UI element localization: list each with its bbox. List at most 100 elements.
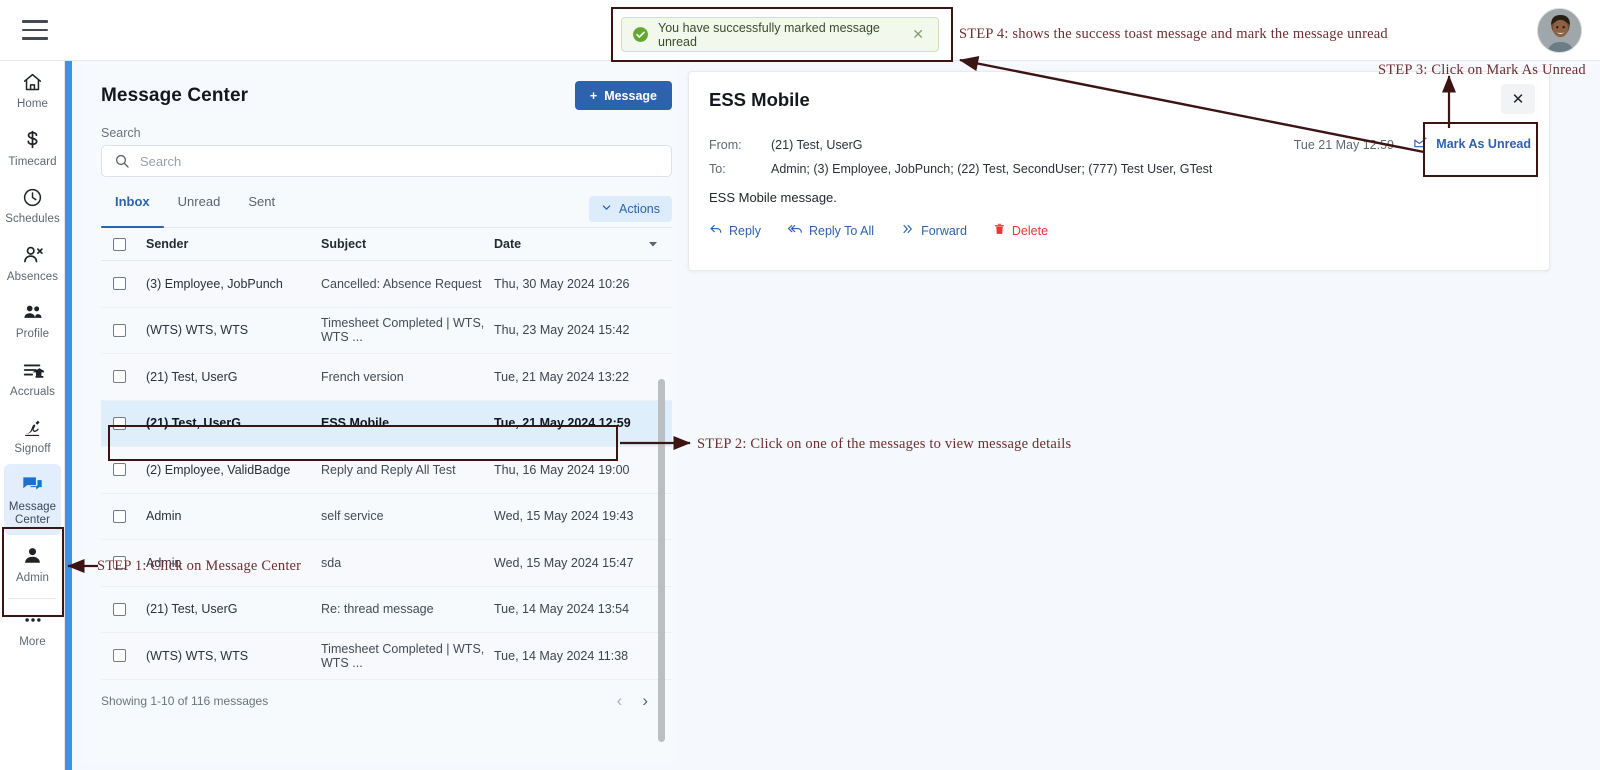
actions-label: Actions (619, 202, 660, 216)
table-row[interactable]: (WTS) WTS, WTS Timesheet Completed | WTS… (101, 633, 672, 680)
clock-icon (22, 185, 43, 209)
cell-date: Thu, 16 May 2024 19:00 (494, 462, 630, 477)
row-select-cell (101, 463, 146, 477)
detail-body: ESS Mobile message. (709, 190, 837, 205)
sidebar-item-label: Timecard (8, 155, 57, 168)
row-checkbox[interactable] (113, 602, 126, 616)
sidebar-item-label: Accruals (10, 385, 55, 398)
toast-close-icon[interactable]: ✕ (908, 26, 928, 43)
table-row[interactable]: (21) Test, UserG French version Tue, 21 … (101, 354, 672, 401)
tabs: Inbox Unread Sent (101, 194, 289, 228)
reply-all-icon (787, 222, 803, 239)
row-checkbox[interactable] (113, 556, 126, 570)
table-row-selected[interactable]: (21) Test, UserG ESS Mobile Tue, 21 May … (101, 400, 672, 447)
sidebar-item-label: Signoff (14, 443, 51, 455)
tab-unread[interactable]: Unread (164, 194, 235, 227)
cell-sender: (WTS) WTS, WTS (146, 648, 249, 663)
search-input[interactable] (140, 153, 671, 169)
cell-sender: (3) Employee, JobPunch (146, 276, 283, 291)
mark-as-unread-button[interactable]: Mark As Unread (1413, 135, 1531, 153)
message-list-scrollbar[interactable] (658, 379, 665, 742)
from-value: (21) Test, UserG (771, 138, 863, 152)
row-checkbox[interactable] (113, 416, 126, 430)
sidebar-item-label: Home (16, 98, 49, 110)
row-checkbox[interactable] (113, 649, 126, 663)
sidebar-item-admin[interactable]: Admin (0, 535, 65, 593)
table-row[interactable]: (WTS) WTS, WTS Timesheet Completed | WTS… (101, 308, 672, 354)
reply-button[interactable]: Reply (709, 222, 761, 239)
delete-button[interactable]: Delete (993, 222, 1048, 239)
row-checkbox[interactable] (113, 463, 126, 477)
mark-as-unread-label: Mark As Unread (1436, 137, 1531, 151)
delete-label: Delete (1011, 223, 1049, 238)
tab-sent[interactable]: Sent (234, 194, 289, 227)
sidebar-item-label: Message Center (8, 500, 57, 527)
actions-button[interactable]: Actions (589, 196, 672, 222)
cell-date: Tue, 21 May 2024 13:22 (494, 369, 630, 384)
plus-icon: + (589, 88, 598, 103)
cell-date: Tue, 14 May 2024 13:54 (494, 602, 630, 617)
avatar[interactable] (1537, 8, 1582, 53)
row-select-cell (101, 277, 146, 291)
person-icon (22, 544, 43, 568)
cell-subject: Re: thread message (321, 602, 434, 617)
cell-sender: (21) Test, UserG (146, 416, 241, 431)
reply-all-button[interactable]: Reply To All (787, 222, 874, 239)
select-all-checkbox[interactable] (113, 237, 126, 251)
row-checkbox[interactable] (113, 277, 126, 291)
row-checkbox[interactable] (113, 509, 126, 523)
table-row[interactable]: Admin self service Wed, 15 May 2024 19:4… (101, 494, 672, 540)
sidebar-item-absences[interactable]: Absences (0, 234, 65, 292)
main-content: Message Center + Message Search Inbox Un… (72, 61, 1600, 770)
message-list-panel: Message Center + Message Search Inbox Un… (82, 63, 677, 763)
cell-subject: Timesheet Completed | WTS, WTS ... (321, 316, 485, 345)
new-message-label: Message (604, 88, 657, 103)
toast-message: You have successfully marked message unr… (658, 20, 880, 49)
sidebar-item-message-center[interactable]: Message Center (4, 463, 61, 535)
cell-date: Thu, 30 May 2024 10:26 (494, 276, 630, 291)
search-box[interactable] (101, 145, 672, 177)
row-select-cell (101, 649, 146, 663)
sidebar: Home Timecard Schedules Absences Profile (0, 61, 65, 770)
message-table: Sender Subject Date (3) Employee, JobPun… (101, 228, 672, 681)
column-header-subject[interactable]: Subject (321, 237, 494, 251)
table-row[interactable]: (21) Test, UserG Re: thread message Tue,… (101, 587, 672, 633)
row-checkbox[interactable] (113, 323, 126, 337)
cell-date: Tue, 21 May 2024 12:59 (494, 416, 631, 431)
table-row[interactable]: Admin sda Wed, 15 May 2024 15:47 (101, 540, 672, 587)
hamburger-icon[interactable] (22, 20, 48, 40)
table-row[interactable]: (3) Employee, JobPunch Cancelled: Absenc… (101, 261, 672, 308)
sidebar-item-signoff[interactable]: Signoff (0, 406, 65, 464)
dollar-icon (22, 128, 43, 152)
sidebar-item-home[interactable]: Home (0, 61, 65, 119)
sidebar-item-timecard[interactable]: Timecard (0, 119, 65, 177)
reply-all-label: Reply To All (808, 223, 875, 238)
sidebar-item-profile[interactable]: Profile (0, 291, 65, 349)
new-message-button[interactable]: + Message (574, 81, 672, 110)
signature-icon (22, 415, 43, 439)
row-select-cell (101, 370, 146, 384)
forward-label: Forward (921, 223, 967, 238)
prev-page-button[interactable]: ‹ (617, 691, 623, 711)
sort-descending-icon[interactable] (634, 238, 672, 250)
forward-button[interactable]: Forward (900, 222, 967, 239)
close-icon[interactable]: ✕ (1501, 84, 1535, 114)
sidebar-item-accruals[interactable]: Accruals (0, 349, 65, 407)
table-row[interactable]: (2) Employee, ValidBadge Reply and Reply… (101, 447, 672, 494)
detail-date: Tue 21 May 12:59 (1293, 138, 1394, 152)
cell-subject: Timesheet Completed | WTS, WTS ... (321, 641, 485, 670)
row-checkbox[interactable] (113, 370, 126, 384)
next-page-button[interactable]: › (642, 691, 648, 711)
reply-label: Reply (729, 223, 761, 238)
tab-inbox[interactable]: Inbox (101, 194, 164, 228)
sidebar-item-schedules[interactable]: Schedules (0, 176, 65, 234)
ellipsis-icon (22, 608, 44, 632)
sidebar-item-label: Admin (15, 571, 50, 584)
sidebar-item-label: Schedules (5, 213, 60, 225)
column-header-date[interactable]: Date (494, 237, 634, 251)
cell-subject: Cancelled: Absence Request (321, 276, 482, 291)
sidebar-item-more[interactable]: More (0, 599, 65, 657)
column-header-sender[interactable]: Sender (146, 237, 321, 251)
chevron-down-icon (601, 202, 612, 216)
to-label: To: (709, 162, 726, 176)
